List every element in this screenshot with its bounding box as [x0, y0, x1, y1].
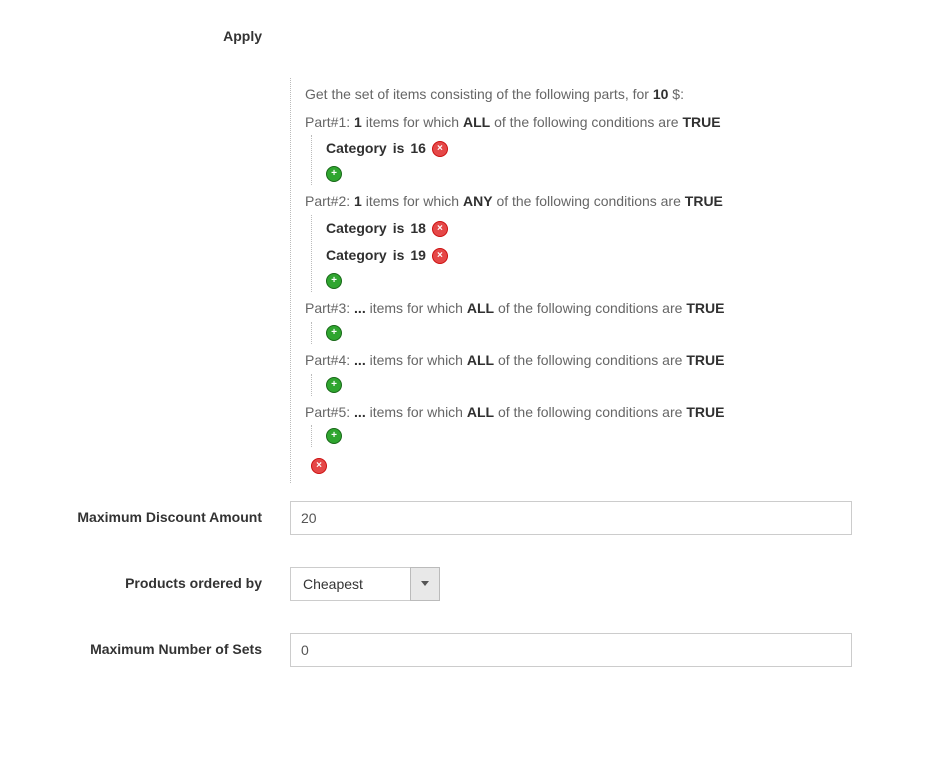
apply-label: Apply [0, 28, 290, 44]
remove-icon[interactable]: × [432, 221, 448, 237]
part-true[interactable]: TRUE [686, 300, 724, 316]
part-qty[interactable]: 1 [354, 193, 362, 209]
part-3-conditions: + [311, 322, 852, 344]
part-qty[interactable]: ... [354, 352, 366, 368]
max-sets-row: Maximum Number of Sets [0, 633, 928, 667]
part-4-conditions: + [311, 374, 852, 396]
part-aggregator[interactable]: ALL [467, 300, 494, 316]
part-prefix: Part# [305, 114, 338, 130]
condition-row: Category is 19 × [326, 242, 852, 270]
cond-op[interactable]: is [393, 245, 405, 267]
part-qty[interactable]: ... [354, 404, 366, 420]
part-text-items: items for which [370, 404, 467, 420]
part-num: 2 [338, 193, 346, 209]
apply-field: Get the set of items consisting of the f… [290, 28, 928, 483]
cond-attr[interactable]: Category [326, 245, 387, 267]
part-text-items: items for which [370, 300, 467, 316]
apply-actions-form: Apply Get the set of items consisting of… [0, 0, 928, 725]
rule-part-4: Part#4: ... items for which ALL of the f… [305, 350, 852, 396]
cond-attr[interactable]: Category [326, 138, 387, 160]
intro-text-2: $: [668, 86, 684, 102]
max-sets-label: Maximum Number of Sets [0, 633, 290, 657]
ordered-by-toggle[interactable] [410, 567, 440, 601]
cond-attr[interactable]: Category [326, 218, 387, 240]
part-prefix: Part# [305, 193, 338, 209]
part-aggregator[interactable]: ANY [463, 193, 493, 209]
part-text-cond: of the following conditions are [494, 114, 682, 130]
part-true[interactable]: TRUE [685, 193, 723, 209]
condition-row: Category is 16 × [326, 135, 852, 163]
rule-part-1: Part#1: 1 items for which ALL of the fol… [305, 112, 852, 185]
part-prefix: Part# [305, 352, 338, 368]
ordered-by-row: Products ordered by Cheapest [0, 567, 928, 601]
part-num: 5 [338, 404, 346, 420]
part-num: 3 [338, 300, 346, 316]
part-num: 4 [338, 352, 346, 368]
part-text-cond: of the following conditions are [498, 300, 686, 316]
add-icon[interactable]: + [326, 273, 342, 289]
part-aggregator[interactable]: ALL [463, 114, 490, 130]
ordered-by-label: Products ordered by [0, 567, 290, 591]
part-qty[interactable]: ... [354, 300, 366, 316]
ordered-by-value[interactable]: Cheapest [290, 567, 410, 601]
max-discount-input[interactable] [290, 501, 852, 535]
rule-part-2: Part#2: 1 items for which ANY of the fol… [305, 191, 852, 292]
part-text-cond: of the following conditions are [498, 352, 686, 368]
part-5-conditions: + [311, 425, 852, 447]
remove-icon[interactable]: × [432, 141, 448, 157]
cond-val[interactable]: 18 [410, 218, 426, 240]
part-prefix: Part# [305, 404, 338, 420]
intro-price[interactable]: 10 [653, 86, 669, 102]
rule-tree: Get the set of items consisting of the f… [290, 78, 852, 483]
cond-val[interactable]: 19 [410, 245, 426, 267]
part-text-cond: of the following conditions are [496, 193, 684, 209]
part-aggregator[interactable]: ALL [467, 352, 494, 368]
part-aggregator[interactable]: ALL [467, 404, 494, 420]
remove-icon[interactable]: × [311, 458, 327, 474]
cond-op[interactable]: is [393, 218, 405, 240]
rule-intro: Get the set of items consisting of the f… [305, 84, 852, 106]
cond-val[interactable]: 16 [410, 138, 426, 160]
part-prefix: Part# [305, 300, 338, 316]
rule-part-3: Part#3: ... items for which ALL of the f… [305, 298, 852, 344]
apply-row: Apply Get the set of items consisting of… [0, 28, 928, 483]
max-sets-input[interactable] [290, 633, 852, 667]
condition-row: Category is 18 × [326, 215, 852, 243]
chevron-down-icon [421, 581, 429, 586]
remove-icon[interactable]: × [432, 248, 448, 264]
max-discount-label: Maximum Discount Amount [0, 501, 290, 525]
part-true[interactable]: TRUE [682, 114, 720, 130]
part-text-items: items for which [370, 352, 467, 368]
cond-op[interactable]: is [393, 138, 405, 160]
max-discount-row: Maximum Discount Amount [0, 501, 928, 535]
part-qty[interactable]: 1 [354, 114, 362, 130]
part-num: 1 [338, 114, 346, 130]
part-1-conditions: Category is 16 × + [311, 135, 852, 185]
part-true[interactable]: TRUE [686, 404, 724, 420]
intro-text-1: Get the set of items consisting of the f… [305, 86, 653, 102]
part-text-cond: of the following conditions are [498, 404, 686, 420]
part-2-conditions: Category is 18 × Category is 19 × + [311, 215, 852, 292]
add-icon[interactable]: + [326, 377, 342, 393]
part-true[interactable]: TRUE [686, 352, 724, 368]
ordered-by-select[interactable]: Cheapest [290, 567, 440, 601]
part-text-items: items for which [366, 114, 463, 130]
add-icon[interactable]: + [326, 325, 342, 341]
add-icon[interactable]: + [326, 428, 342, 444]
add-icon[interactable]: + [326, 166, 342, 182]
rule-part-5: Part#5: ... items for which ALL of the f… [305, 402, 852, 448]
part-text-items: items for which [366, 193, 463, 209]
